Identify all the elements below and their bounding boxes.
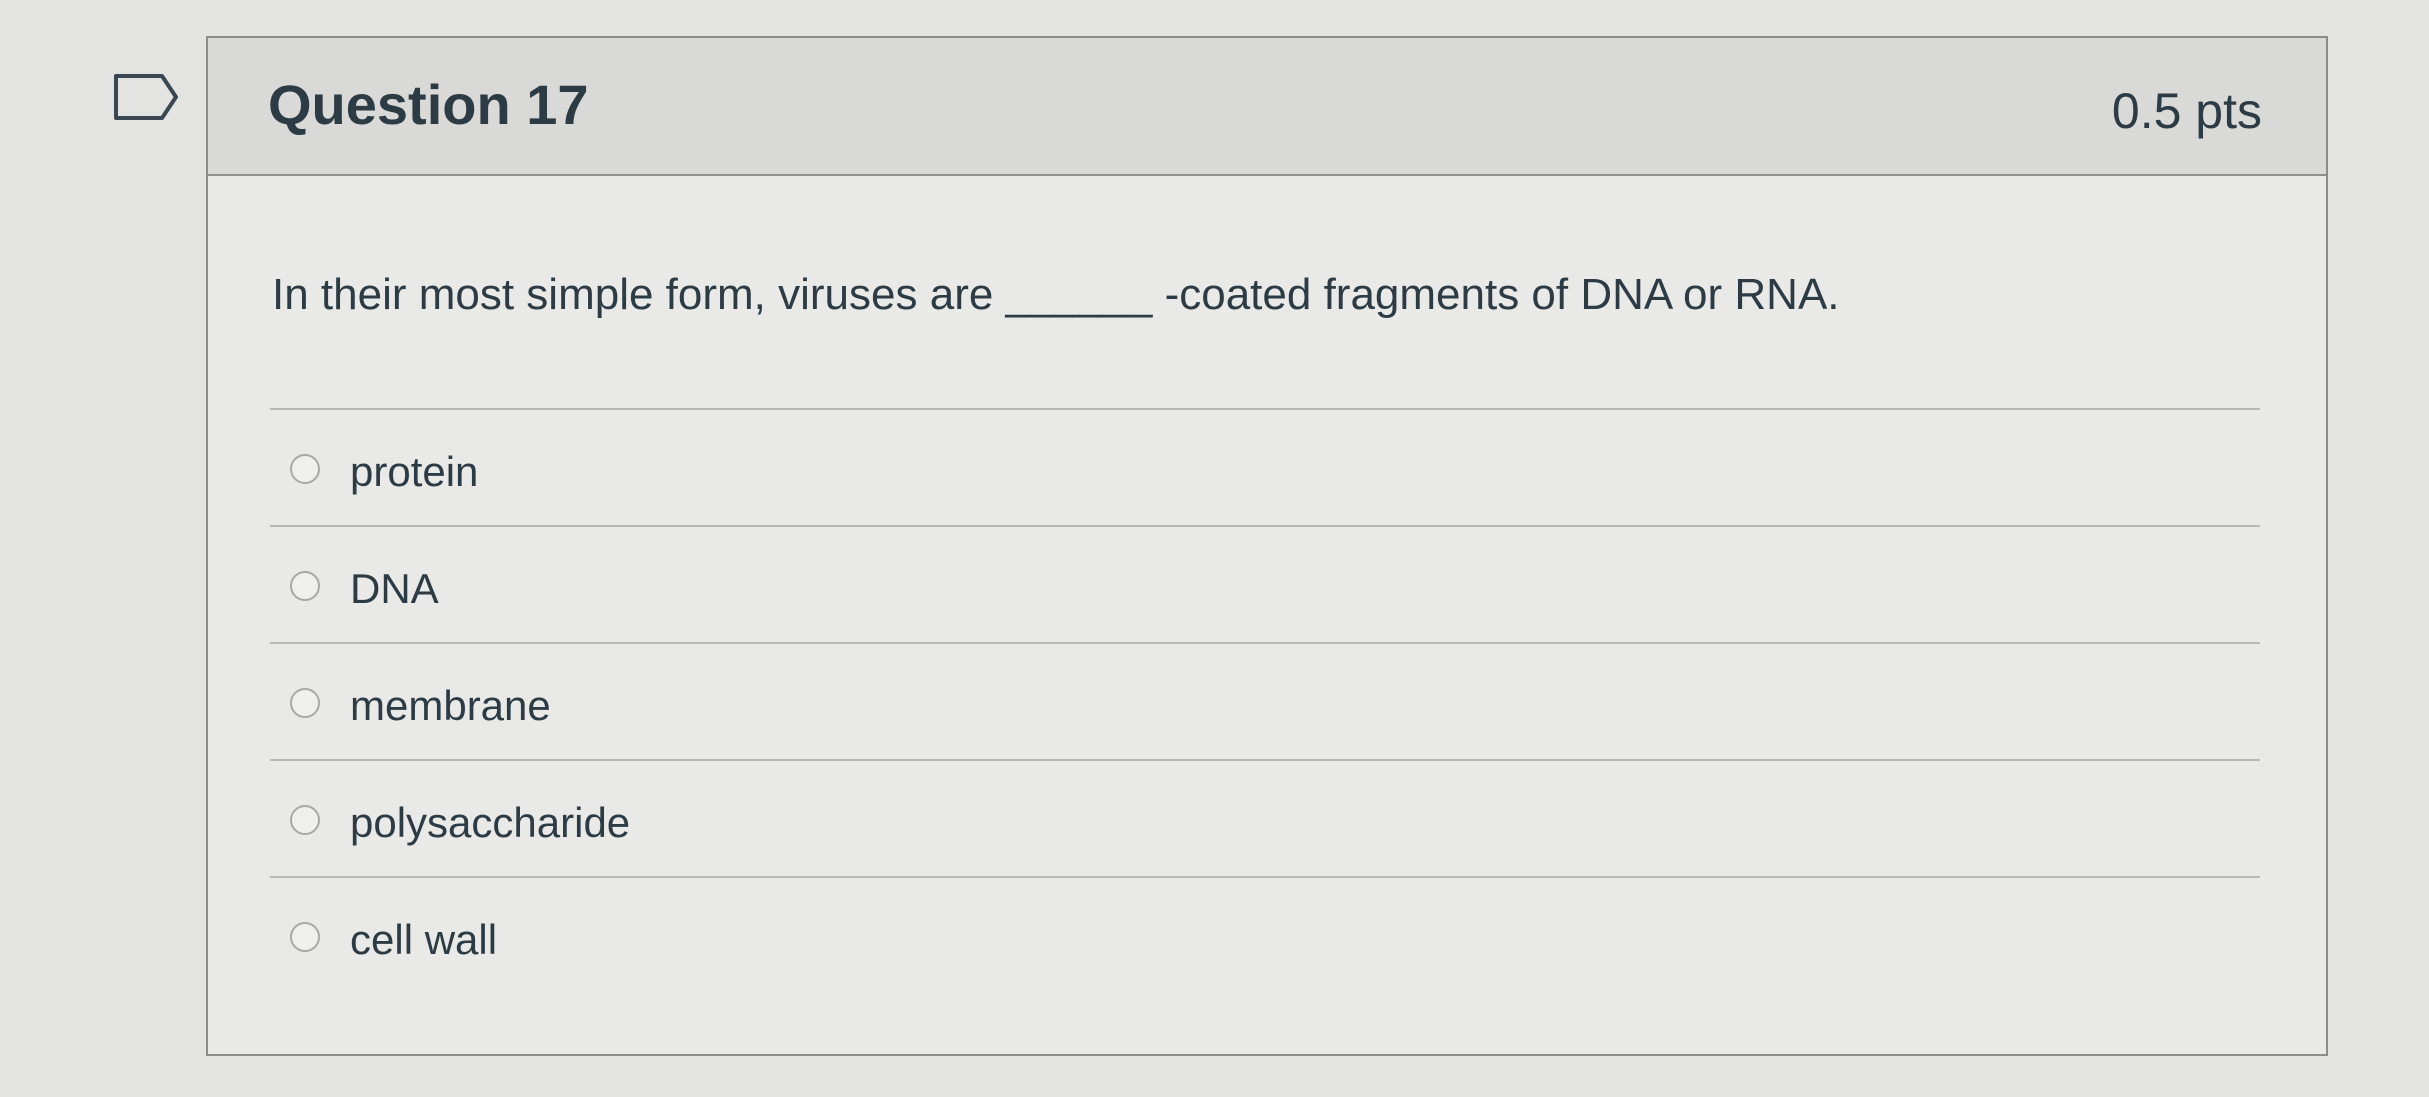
answer-label[interactable]: protein [350, 448, 478, 496]
flag-question-icon[interactable] [112, 72, 182, 122]
question-points: 0.5 pts [2111, 83, 2262, 139]
answer-option-dna[interactable]: DNA [270, 525, 2260, 642]
question-text: In their most simple form, viruses are _… [272, 270, 1840, 319]
question-title: Question 17 [268, 73, 589, 136]
radio-button[interactable] [290, 688, 320, 718]
answer-label[interactable]: polysaccharide [350, 799, 630, 847]
answer-label[interactable]: DNA [350, 565, 439, 613]
answer-option-protein[interactable]: protein [270, 408, 2260, 525]
answer-option-cell-wall[interactable]: cell wall [270, 876, 2260, 993]
question-header: Question 17 0.5 pts [208, 38, 2326, 176]
answer-label[interactable]: cell wall [350, 916, 497, 964]
radio-button[interactable] [290, 922, 320, 952]
question-card: Question 17 0.5 pts In their most simple… [206, 36, 2328, 1056]
radio-button[interactable] [290, 571, 320, 601]
answer-option-membrane[interactable]: membrane [270, 642, 2260, 759]
radio-button[interactable] [290, 454, 320, 484]
answer-list: protein DNA membrane polysaccharide cell… [270, 408, 2260, 993]
answer-option-polysaccharide[interactable]: polysaccharide [270, 759, 2260, 876]
radio-button[interactable] [290, 805, 320, 835]
answer-label[interactable]: membrane [350, 682, 551, 730]
